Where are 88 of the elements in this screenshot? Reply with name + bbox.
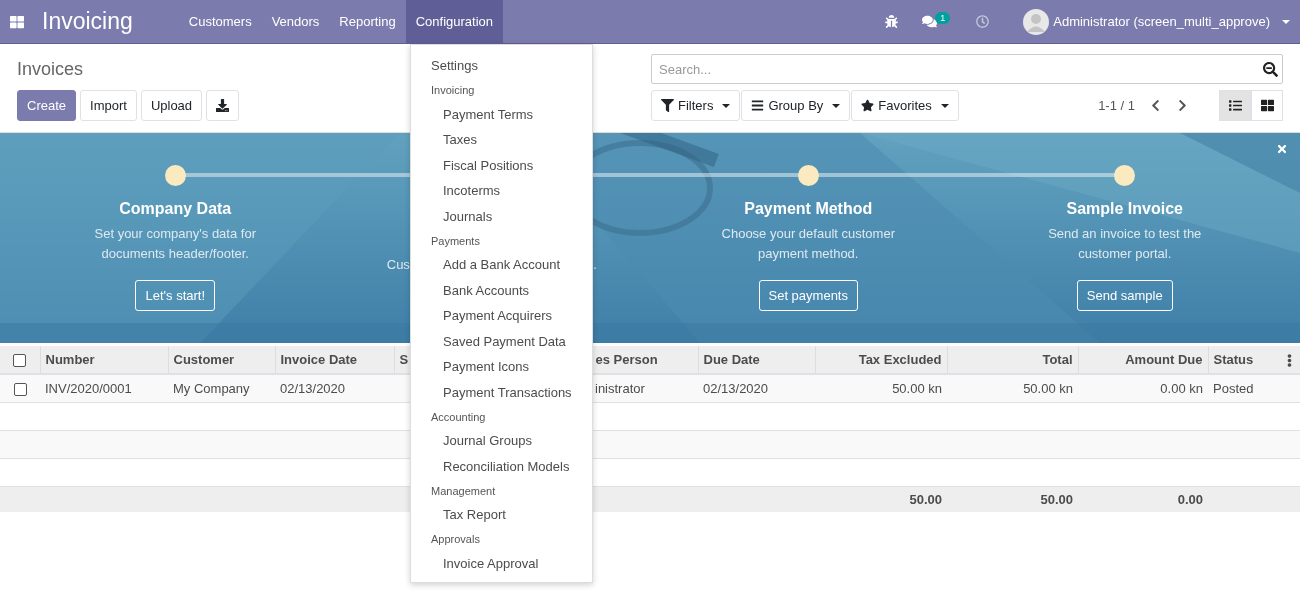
column-header[interactable]: Due Date xyxy=(698,346,815,374)
column-total: 50.00 xyxy=(1040,491,1073,507)
table-cell: 02/13/2020 xyxy=(703,380,769,396)
step-title: Company Data xyxy=(119,200,232,218)
column-total: 50.00 xyxy=(909,491,942,507)
column-header[interactable]: Customer xyxy=(168,346,275,374)
column-header[interactable]: Total xyxy=(947,346,1078,374)
table-cell: 50.00 kn xyxy=(1023,380,1073,396)
page-title: Invoices xyxy=(17,59,84,81)
toolbar-button[interactable]: Import xyxy=(80,90,137,121)
filter-dropdown[interactable]: Favorites xyxy=(851,90,959,121)
menu-item[interactable]: Tax Report xyxy=(411,502,592,528)
menu-item[interactable]: Invoice Approval xyxy=(411,550,592,576)
menu-section-header: Approvals xyxy=(430,532,481,547)
menu-item[interactable]: Fiscal Positions xyxy=(411,152,592,178)
grid-icon xyxy=(1260,99,1274,112)
user-menu[interactable]: Administrator (screen_multi_approve) xyxy=(1053,14,1270,29)
app-title: Invoicing xyxy=(42,8,133,35)
step-description: . xyxy=(593,257,597,272)
menu-section-header: Payments xyxy=(430,233,481,249)
menu-section-header: Accounting xyxy=(430,409,487,425)
menu-item[interactable]: Add a Bank Account xyxy=(411,252,592,278)
menu-section-header: Invoicing xyxy=(430,83,476,98)
menu-item[interactable]: Payment Transactions xyxy=(411,379,592,405)
step-description: Cus xyxy=(386,257,410,272)
search-field[interactable]: Search... xyxy=(651,54,1283,84)
menu-item[interactable]: Bank Accounts xyxy=(411,277,592,303)
avatar-icon[interactable] xyxy=(1023,8,1050,35)
search-icon[interactable] xyxy=(1263,61,1278,77)
nav-menu[interactable]: Configuration xyxy=(405,0,504,44)
step-description: Set your company's data for documents header/footer. xyxy=(94,225,256,263)
checkbox[interactable] xyxy=(13,354,27,368)
bug-icon[interactable] xyxy=(885,15,899,28)
caret-icon xyxy=(1282,19,1290,24)
column-header[interactable]: Amount Due xyxy=(1078,346,1208,374)
checkbox[interactable] xyxy=(13,382,27,396)
table-cell: INV/2020/0001 xyxy=(45,380,132,396)
filter-dropdown[interactable]: Filters xyxy=(651,90,741,121)
step-button[interactable]: Send sample xyxy=(1076,280,1173,311)
column-header[interactable]: Tax Excluded xyxy=(815,346,947,374)
download-icon xyxy=(216,99,230,112)
step-title: Payment Method xyxy=(744,200,873,218)
kanban-view-button[interactable] xyxy=(1251,90,1283,121)
table-cell: Posted xyxy=(1213,380,1254,396)
pager-value: 1-1 / 1 xyxy=(1098,98,1135,113)
step-description: Choose your default customer payment method. xyxy=(721,225,895,263)
nav-menu[interactable]: Reporting xyxy=(329,0,406,44)
next-icon[interactable] xyxy=(1176,99,1189,112)
filter-dropdown[interactable]: Group By xyxy=(741,90,851,121)
menu-icon xyxy=(751,99,765,112)
column-header[interactable]: Invoice Date xyxy=(275,346,394,374)
nav-menu[interactable]: Vendors xyxy=(261,0,330,44)
message-count: 1 xyxy=(935,11,951,24)
chat-icon[interactable] xyxy=(922,14,938,29)
close-icon[interactable] xyxy=(1276,143,1288,155)
menu-item[interactable]: Incoterms xyxy=(411,178,592,204)
nav-menu[interactable]: Customers xyxy=(178,0,262,44)
column-total: 0.00 xyxy=(1177,491,1203,507)
menu-item[interactable]: Payment Icons xyxy=(411,354,592,380)
step-title: Sample Invoice xyxy=(1066,200,1183,218)
menu-item[interactable]: Payment Acquirers xyxy=(411,303,592,329)
menu-item[interactable]: Saved Payment Data xyxy=(411,328,592,354)
menu-item[interactable]: Journals xyxy=(411,203,592,229)
menu-item[interactable]: Taxes xyxy=(411,127,592,153)
table-cell: My Company xyxy=(173,380,250,396)
menu-item[interactable]: Reconciliation Models xyxy=(411,453,592,479)
column-header[interactable]: Number xyxy=(40,346,168,374)
table-cell: 50.00 kn xyxy=(892,380,942,396)
filter-icon xyxy=(661,99,674,112)
previous-icon[interactable] xyxy=(1149,99,1162,112)
table-cell: 0.00 kn xyxy=(1160,380,1203,396)
menu-item[interactable]: Settings xyxy=(411,53,592,79)
menu-section-header: Management xyxy=(430,483,497,499)
star-icon xyxy=(861,99,875,112)
list-view-button[interactable] xyxy=(1219,90,1251,121)
menu-item[interactable]: Payment Terms xyxy=(411,101,592,127)
table-cell: 02/13/2020 xyxy=(280,380,346,396)
apps-icon[interactable] xyxy=(10,14,24,29)
toolbar-button[interactable]: Upload xyxy=(140,90,203,121)
step-description: Send an invoice to test the customer portal. xyxy=(1048,225,1202,263)
menu-item[interactable]: Journal Groups xyxy=(411,428,592,454)
list-icon xyxy=(1228,99,1242,112)
create-button[interactable]: Create xyxy=(17,90,77,121)
table-cell: inistrator xyxy=(595,380,645,396)
download-button[interactable] xyxy=(206,90,240,121)
column-header[interactable]: es Person xyxy=(590,346,698,374)
step-button[interactable]: Set payments xyxy=(758,280,858,311)
column-header[interactable]: Status xyxy=(1208,346,1300,374)
